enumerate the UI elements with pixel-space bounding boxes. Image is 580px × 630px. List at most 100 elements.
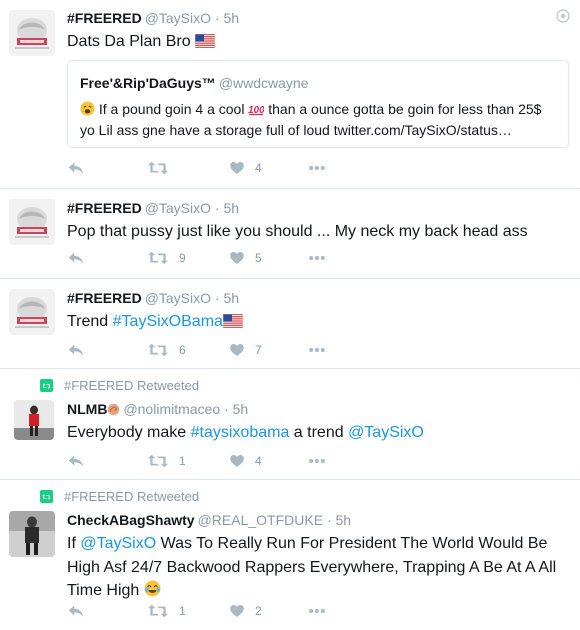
retweet-button[interactable] xyxy=(147,158,179,178)
tweet[interactable]: #FREERED @TaySixO · 5h Trend #TaySixOBama… xyxy=(0,279,580,369)
avatar[interactable] xyxy=(9,10,55,56)
tweet[interactable]: #FREERED @TaySixO · 5h Pop that pussy jus… xyxy=(0,189,580,279)
tweet-time[interactable]: 5h xyxy=(336,512,352,528)
author-name[interactable]: #FREERED xyxy=(67,290,142,306)
author-handle[interactable]: @nolimitmaceo xyxy=(123,401,220,417)
quoted-tweet[interactable]: Free'&Rip'DaGuys™ @wwdcwayne If a pound g… xyxy=(67,60,569,148)
retweet-button[interactable]: 1 xyxy=(147,451,186,471)
retweet-button[interactable]: 6 xyxy=(147,340,186,360)
retweet-icon xyxy=(147,452,169,470)
tweet-text: Pop that pussy just like you should ... … xyxy=(67,223,528,240)
retweet-icon xyxy=(40,490,53,503)
author-handle[interactable]: @TaySixO xyxy=(145,200,211,216)
tweet-header: NLMB @nolimitmaceo · 5h xyxy=(67,400,566,418)
quoted-tweet-text: If a pound goin 4 a cool 100 than a ounc… xyxy=(80,99,558,141)
more-icon xyxy=(307,159,327,177)
author-name[interactable]: #FREERED xyxy=(67,10,142,26)
heart-icon xyxy=(229,603,245,619)
tweet-header: #FREERED @TaySixO · 5h xyxy=(67,199,566,217)
heart-icon xyxy=(229,342,245,358)
reply-button[interactable] xyxy=(67,451,85,471)
tweet-header: CheckABagShawty @REAL_OTFDUKE · 5h xyxy=(67,511,566,529)
retweet-button[interactable]: 9 xyxy=(147,248,186,268)
retweet-icon xyxy=(147,341,169,359)
tweet-actions: 1 2 xyxy=(67,601,367,621)
like-button[interactable]: 5 xyxy=(229,248,262,268)
tweet-time[interactable]: 5h xyxy=(233,401,249,417)
tweet-text: Dats Da Plan Bro xyxy=(67,30,566,53)
tweet-time[interactable]: 5h xyxy=(223,10,239,26)
flexed-biceps-emoji xyxy=(108,403,120,416)
reply-button[interactable] xyxy=(67,248,85,268)
like-button[interactable]: 4 xyxy=(229,158,262,178)
separator-dot: · xyxy=(214,290,220,306)
more-button[interactable] xyxy=(307,340,327,360)
like-button[interactable]: 2 xyxy=(229,601,262,621)
more-icon xyxy=(307,452,327,470)
more-icon xyxy=(307,602,327,620)
more-button[interactable] xyxy=(307,158,327,178)
tweet-time[interactable]: 5h xyxy=(223,200,239,216)
reply-icon xyxy=(67,341,85,359)
tweet-text-prefix: If xyxy=(67,535,76,552)
us-flag-icon xyxy=(195,34,215,48)
reply-button[interactable] xyxy=(67,158,85,178)
author-handle[interactable]: @TaySixO xyxy=(145,290,211,306)
quoted-text-line2: yo Lil ass gne have a storage full of lo… xyxy=(80,122,512,138)
like-count: 4 xyxy=(255,161,262,175)
quoted-author-handle: @wwdcwayne xyxy=(218,75,309,91)
hashtag-link[interactable]: #taysixobama xyxy=(191,424,290,441)
hashtag-link[interactable]: #TaySixOBama xyxy=(113,313,223,330)
more-button[interactable] xyxy=(307,248,327,268)
mention-link[interactable]: @TaySixO xyxy=(348,424,424,441)
heart-icon xyxy=(229,160,245,176)
retweet-icon xyxy=(147,159,169,177)
tweet-time[interactable]: 5h xyxy=(223,290,239,306)
retweeted-by-label[interactable]: #FREERED Retweeted xyxy=(64,489,199,504)
avatar[interactable] xyxy=(14,400,54,440)
author-handle[interactable]: @TaySixO xyxy=(145,10,211,26)
avatar[interactable] xyxy=(9,199,55,245)
author-handle[interactable]: @REAL_OTFDUKE xyxy=(198,512,323,528)
mention-link[interactable]: @TaySixO xyxy=(80,535,156,552)
author-name[interactable]: #FREERED xyxy=(67,200,142,216)
tweet[interactable]: #FREERED Retweeted CheckABagShawty @REAL_… xyxy=(0,480,580,630)
retweet-button[interactable]: 1 xyxy=(147,601,186,621)
reply-button[interactable] xyxy=(67,601,85,621)
more-button[interactable] xyxy=(307,601,327,621)
tweet-text-body: Trend xyxy=(67,313,109,330)
retweet-count: 1 xyxy=(179,604,186,618)
reply-icon xyxy=(67,249,85,267)
tweet[interactable]: #FREERED @TaySixO · 5h Dats Da Plan Bro F… xyxy=(0,0,580,189)
retweet-count: 1 xyxy=(179,454,186,468)
avatar[interactable] xyxy=(9,289,55,335)
separator-dot: · xyxy=(326,512,332,528)
reply-icon xyxy=(67,602,85,620)
avatar[interactable] xyxy=(9,511,55,557)
like-button[interactable]: 4 xyxy=(229,451,262,471)
retweeted-by-label[interactable]: #FREERED Retweeted xyxy=(64,378,199,393)
weary-face-emoji xyxy=(80,101,95,116)
retweet-icon xyxy=(147,249,169,267)
tweet[interactable]: #FREERED Retweeted NLMB @nolimitmaceo · 5… xyxy=(0,369,580,480)
like-count: 4 xyxy=(255,454,262,468)
retweet-count: 6 xyxy=(179,343,186,357)
retweet-banner: #FREERED Retweeted xyxy=(40,489,199,504)
tweet-text-body: Dats Da Plan Bro xyxy=(67,33,191,50)
author-name[interactable]: CheckABagShawty xyxy=(67,512,195,528)
like-button[interactable]: 7 xyxy=(229,340,262,360)
author-name[interactable]: NLMB xyxy=(67,401,107,417)
more-icon xyxy=(307,341,327,359)
tweet-text-middle: a trend xyxy=(293,424,344,441)
tweet-text: Trend #TaySixOBama xyxy=(67,310,566,333)
tweet-actions: 6 7 xyxy=(67,340,367,360)
reply-icon xyxy=(67,159,85,177)
tweet-text: If @TaySixO Was To Really Run For Presid… xyxy=(67,532,566,603)
us-flag-icon xyxy=(223,314,243,328)
reply-button[interactable] xyxy=(67,340,85,360)
retweet-icon xyxy=(147,602,169,620)
retweet-banner: #FREERED Retweeted xyxy=(40,378,199,393)
more-button[interactable] xyxy=(307,451,327,471)
tweet-header: #FREERED @TaySixO · 5h xyxy=(67,289,566,307)
hundred-points-emoji: 100 xyxy=(248,105,264,116)
